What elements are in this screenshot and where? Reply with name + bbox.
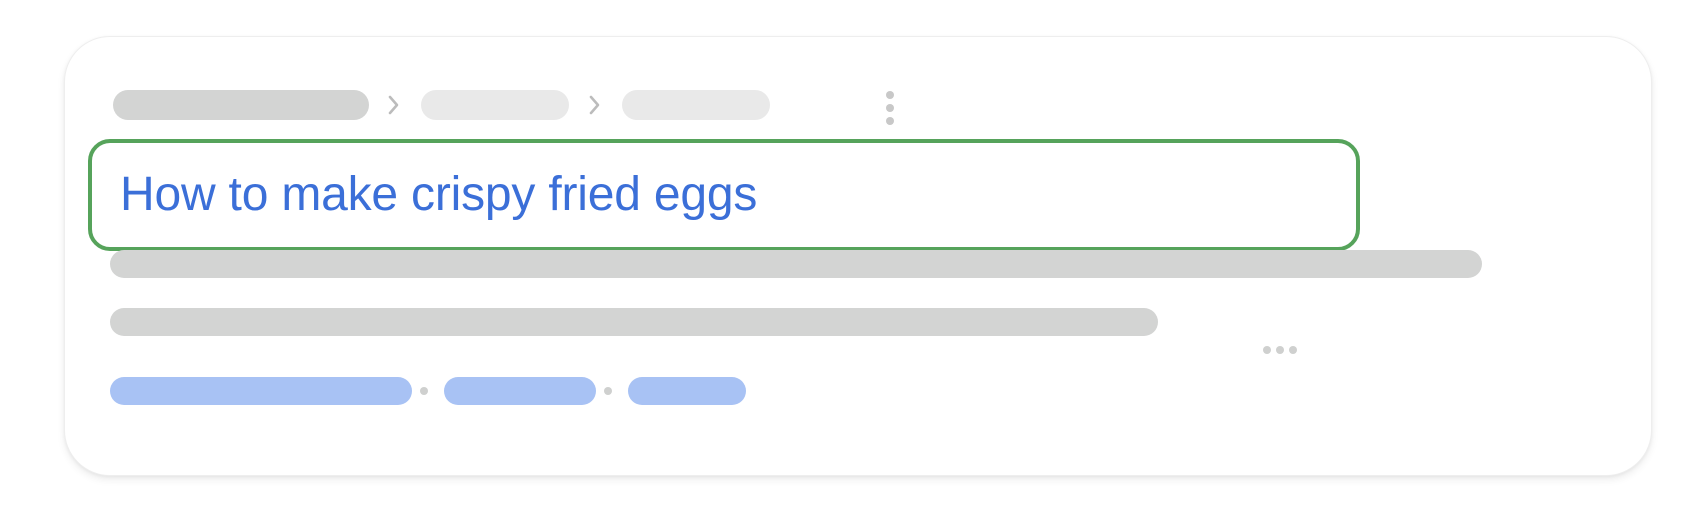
snippet-line-placeholder-2	[110, 308, 1158, 336]
sitelink-placeholder-2[interactable]	[444, 377, 596, 405]
chevron-right-icon	[388, 95, 399, 115]
snippet-line-placeholder-1	[110, 250, 1482, 278]
result-title-highlight: How to make crispy fried eggs	[88, 139, 1360, 251]
breadcrumb-path-placeholder-2[interactable]	[622, 90, 770, 120]
search-result-card: How to make crispy fried eggs	[64, 36, 1652, 476]
sitelink-placeholder-3[interactable]	[628, 377, 746, 405]
sitelink-placeholder-1[interactable]	[110, 377, 412, 405]
separator-dot	[604, 387, 612, 395]
more-vertical-icon[interactable]	[884, 91, 896, 131]
separator-dot	[420, 387, 428, 395]
ellipsis-icon	[1263, 346, 1303, 356]
breadcrumb-path-placeholder-1[interactable]	[421, 90, 569, 120]
chevron-right-icon	[589, 95, 600, 115]
result-title-link[interactable]: How to make crispy fried eggs	[120, 167, 757, 223]
breadcrumb-site-placeholder[interactable]	[113, 90, 369, 120]
